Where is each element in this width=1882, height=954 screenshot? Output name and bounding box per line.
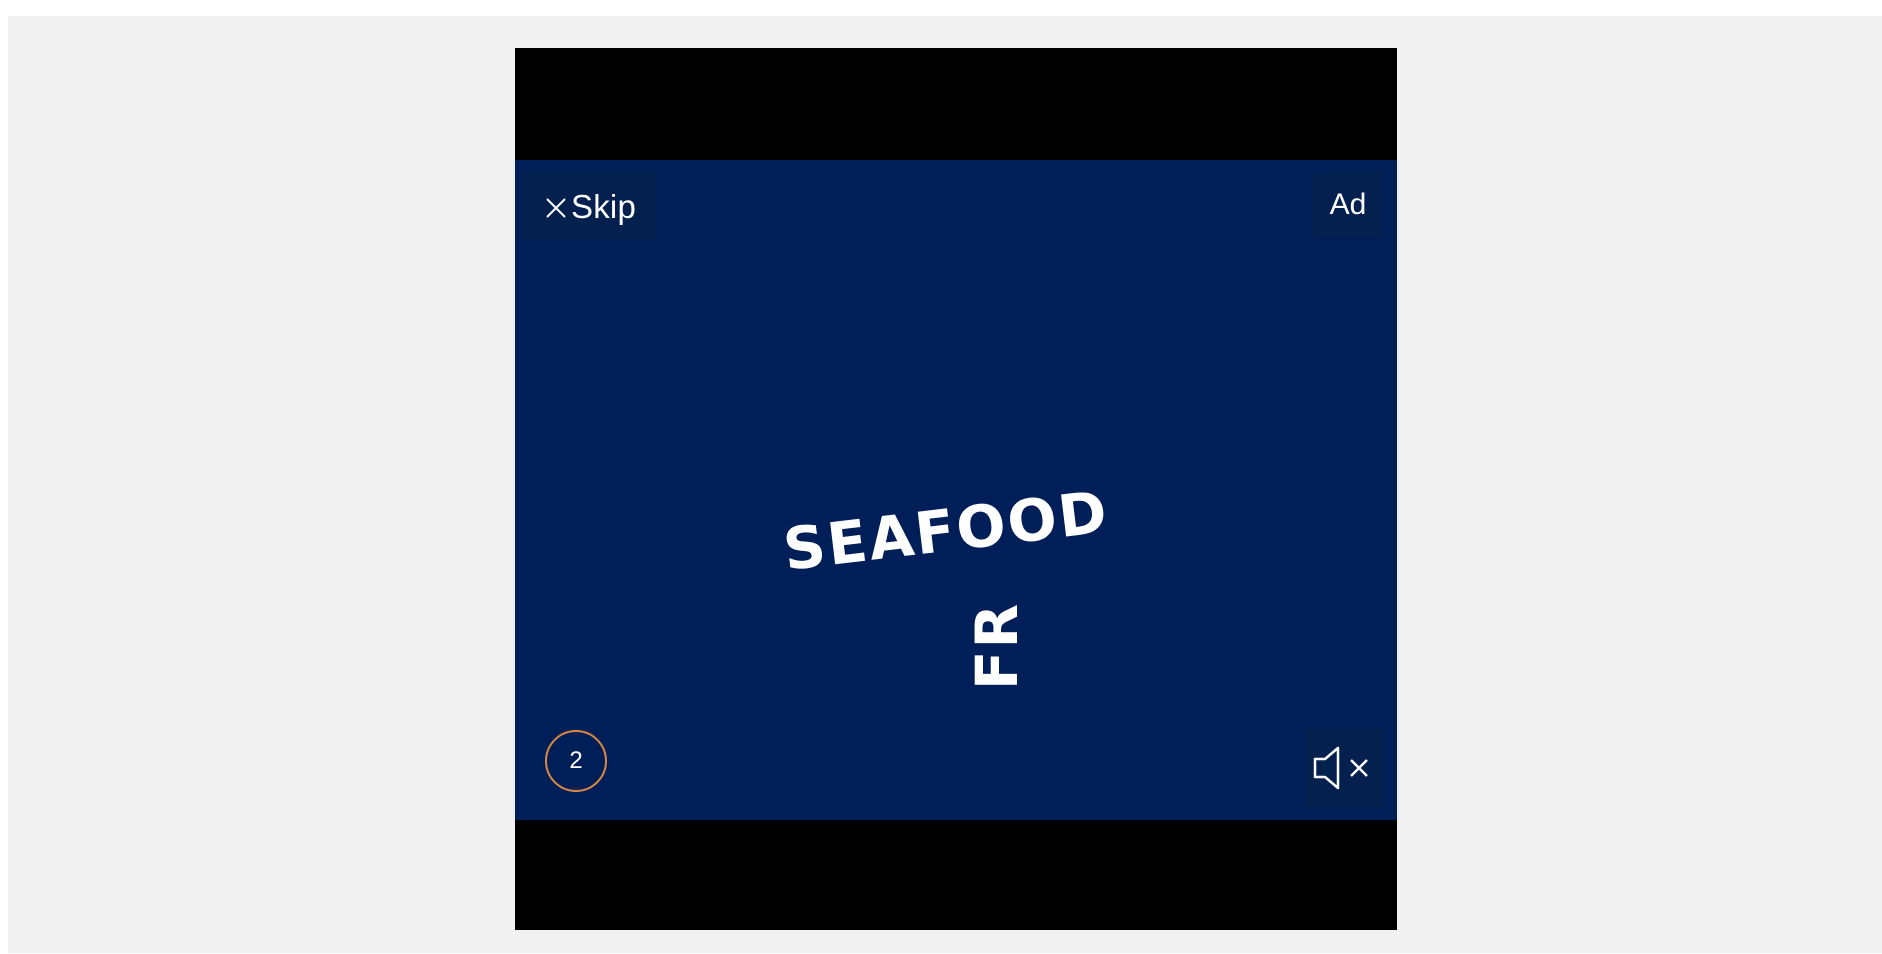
close-icon xyxy=(546,198,566,218)
countdown-timer: 2 xyxy=(545,730,607,792)
video-ad-player[interactable]: SEAFOOD FR Skip Ad 2 xyxy=(515,48,1397,930)
skip-label: Skip xyxy=(571,187,636,225)
brand-text-line1: SEAFOOD xyxy=(780,478,1110,584)
skip-ad-button[interactable]: Skip xyxy=(523,172,656,240)
unmute-button[interactable] xyxy=(1303,728,1385,808)
ad-badge: Ad xyxy=(1313,172,1383,238)
svg-text:SEAFOOD: SEAFOOD xyxy=(780,478,1112,584)
speaker-muted-icon xyxy=(1313,746,1368,790)
ad-video-frame[interactable]: SEAFOOD FR Skip Ad 2 xyxy=(515,160,1397,820)
brand-text-line2: FR xyxy=(963,602,1031,690)
seafood-brand-logo: SEAFOOD FR xyxy=(780,478,1112,691)
